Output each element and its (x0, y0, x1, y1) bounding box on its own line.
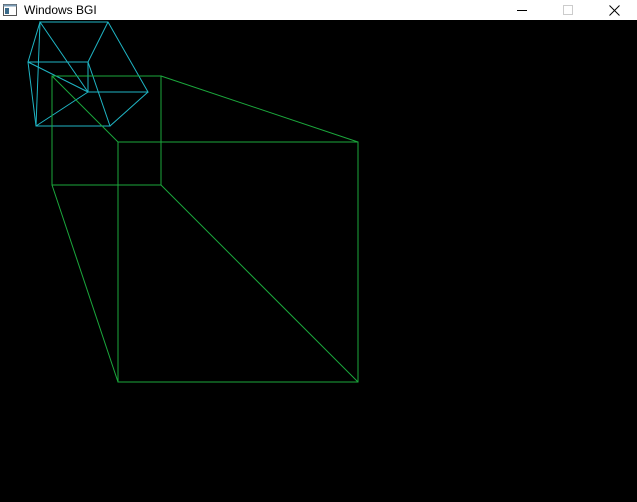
bgi-window: Windows BGI (0, 0, 637, 502)
maximize-icon (563, 5, 573, 15)
large-cube-edge (160, 184, 359, 383)
large-cube-edge (160, 75, 359, 143)
large-wireframe-cube (51, 75, 359, 383)
small-cube-edge (35, 21, 41, 127)
window-controls (499, 0, 637, 20)
large-cube-edge (51, 184, 119, 383)
small-cube-front-face (27, 61, 111, 127)
graphics-surface (27, 21, 359, 383)
close-icon (608, 4, 620, 16)
title-bar[interactable]: Windows BGI (0, 0, 637, 20)
window-title: Windows BGI (24, 3, 97, 17)
small-cube-edge (87, 21, 109, 63)
small-wireframe-cube (27, 21, 149, 127)
minimize-icon (517, 10, 527, 11)
bgi-window-icon[interactable] (2, 2, 18, 18)
minimize-button[interactable] (499, 0, 545, 20)
small-cube-back-face (39, 21, 149, 93)
small-cube-edge (109, 91, 149, 127)
drawing-canvas (0, 20, 637, 502)
maximize-button[interactable] (545, 0, 591, 20)
close-button[interactable] (591, 0, 637, 20)
small-cube-edge (35, 91, 89, 127)
